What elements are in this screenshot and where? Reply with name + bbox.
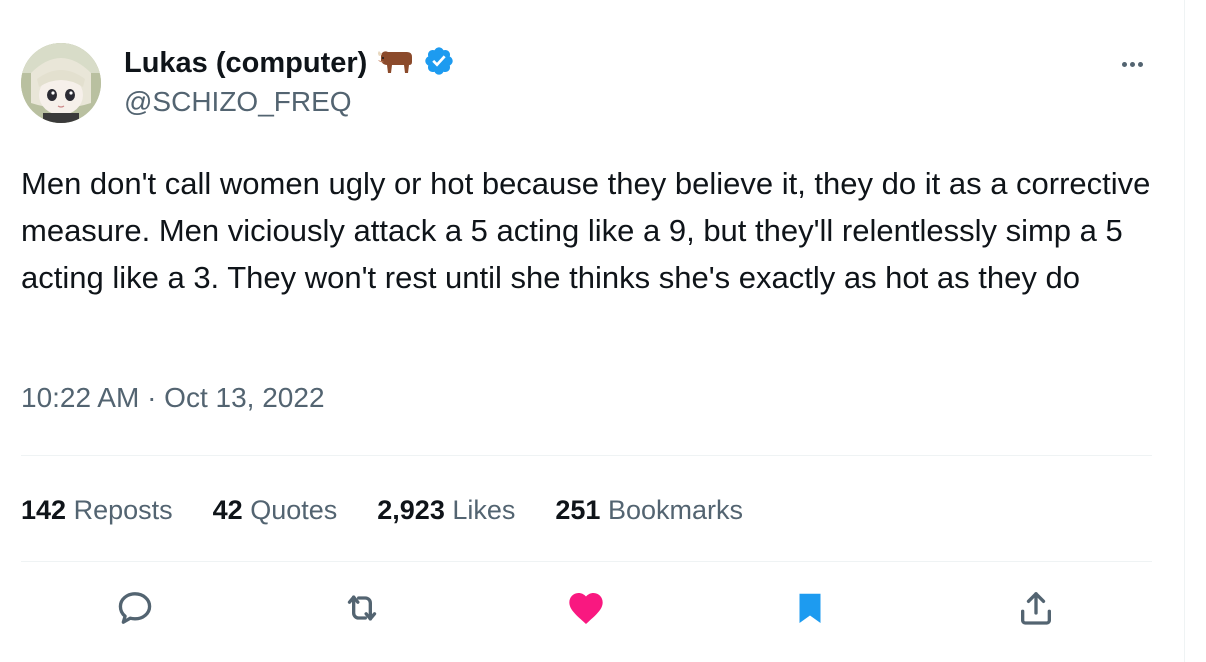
bookmarks-stat[interactable]: 251 Bookmarks	[555, 495, 743, 526]
engagement-stats: 142 Reposts 42 Quotes 2,923 Likes 251 Bo…	[21, 488, 783, 532]
quotes-count: 42	[212, 494, 243, 525]
likes-label: Likes	[452, 494, 516, 525]
repost-icon[interactable]	[340, 586, 384, 630]
tweet-timestamp[interactable]: 10:22 AM · Oct 13, 2022	[21, 382, 325, 414]
likes-stat[interactable]: 2,923 Likes	[377, 495, 515, 526]
quotes-label: Quotes	[250, 494, 338, 525]
ox-emoji-icon	[375, 47, 415, 80]
author-name-row[interactable]: Lukas (computer)	[124, 43, 455, 83]
more-options-icon[interactable]	[1112, 52, 1152, 76]
divider	[21, 561, 1152, 562]
reposts-stat[interactable]: 142 Reposts	[21, 495, 173, 526]
tweet-detail: Lukas (computer) @SCHIZO_FREQ Men don't …	[0, 0, 1206, 662]
reply-icon[interactable]	[113, 586, 157, 630]
avatar[interactable]	[21, 43, 101, 123]
avatar-image	[21, 43, 101, 123]
share-icon[interactable]	[1014, 586, 1058, 630]
author-handle[interactable]: @SCHIZO_FREQ	[124, 86, 352, 118]
heart-icon[interactable]	[564, 586, 608, 630]
likes-count: 2,923	[377, 494, 445, 525]
bookmarks-count: 251	[555, 494, 601, 525]
author-display-name[interactable]: Lukas (computer)	[124, 47, 367, 80]
action-bar	[0, 580, 1184, 636]
reposts-count: 142	[21, 494, 67, 525]
bookmark-icon[interactable]	[788, 586, 832, 630]
tweet-text: Men don't call women ugly or hot because…	[21, 166, 1151, 295]
reposts-label: Reposts	[73, 494, 173, 525]
column-border	[1184, 0, 1185, 662]
verified-badge-icon[interactable]	[423, 45, 455, 82]
quotes-stat[interactable]: 42 Quotes	[213, 495, 338, 526]
bookmarks-label: Bookmarks	[607, 494, 744, 525]
divider	[21, 455, 1152, 456]
